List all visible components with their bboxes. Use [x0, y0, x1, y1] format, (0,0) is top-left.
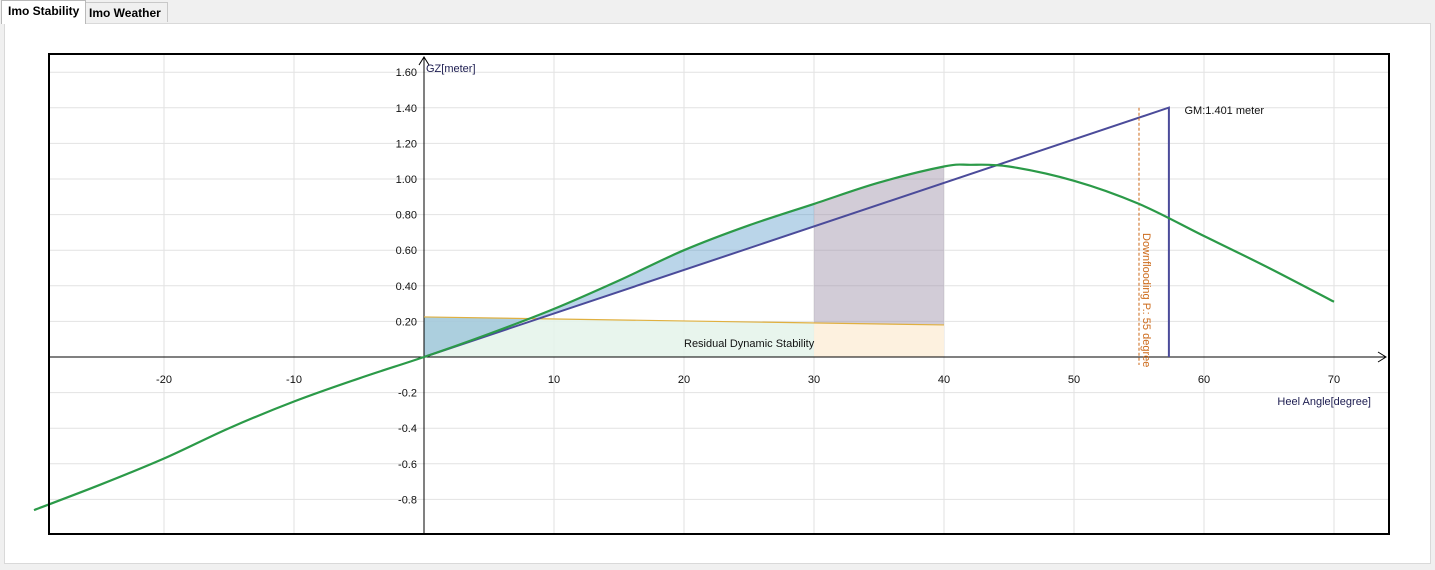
tab-imo-stability[interactable]: Imo Stability [1, 0, 87, 24]
y-tick-label: 0.40 [396, 281, 417, 293]
y-tick-label: 0.20 [396, 316, 417, 328]
x-tick-label: 20 [678, 374, 690, 386]
x-tick-label: -10 [286, 374, 302, 386]
y-tick-label: 1.00 [396, 174, 417, 186]
y-tick-label: 0.80 [396, 210, 417, 222]
x-tick-label: 60 [1198, 374, 1210, 386]
downflooding-label: Downflooding P.: 55 degree [1140, 233, 1152, 367]
y-tick-label: 1.40 [396, 103, 417, 115]
y-tick-label: 1.20 [396, 138, 417, 150]
residual-area-light-30-40 [814, 322, 944, 357]
x-tick-label: 10 [548, 374, 560, 386]
y-tick-label: -0.6 [398, 459, 417, 471]
y-axis-label: GZ[meter] [426, 63, 476, 75]
gm-label: GM:1.401 meter [1185, 105, 1265, 117]
tab-imo-weather[interactable]: Imo Weather [82, 2, 168, 22]
x-axis-label: Heel Angle[degree] [1277, 396, 1371, 408]
x-tick-label: 70 [1328, 374, 1340, 386]
y-tick-label: -0.4 [398, 423, 417, 435]
x-tick-label: 30 [808, 374, 820, 386]
chart-panel: -20 -10 10 20 30 40 50 60 70 1.60 1.40 1.20 1.00 0.80… [4, 23, 1431, 564]
stability-chart: -20 -10 10 20 30 40 50 60 70 1.60 1.40 1.20 1.00 0.80… [33, 53, 1390, 535]
y-tick-label: -0.2 [398, 388, 417, 400]
y-tick-label: -0.8 [398, 494, 417, 506]
residual-stability-label: Residual Dynamic Stability [684, 338, 815, 350]
x-tick-label: 40 [938, 374, 950, 386]
y-tick-label: 1.60 [396, 67, 417, 79]
x-tick-label: -20 [156, 374, 172, 386]
y-tick-label: 0.60 [396, 245, 417, 257]
x-tick-label: 50 [1068, 374, 1080, 386]
tab-bar: Imo Stability Imo Weather [0, 0, 1435, 24]
plot-area [49, 54, 1389, 534]
